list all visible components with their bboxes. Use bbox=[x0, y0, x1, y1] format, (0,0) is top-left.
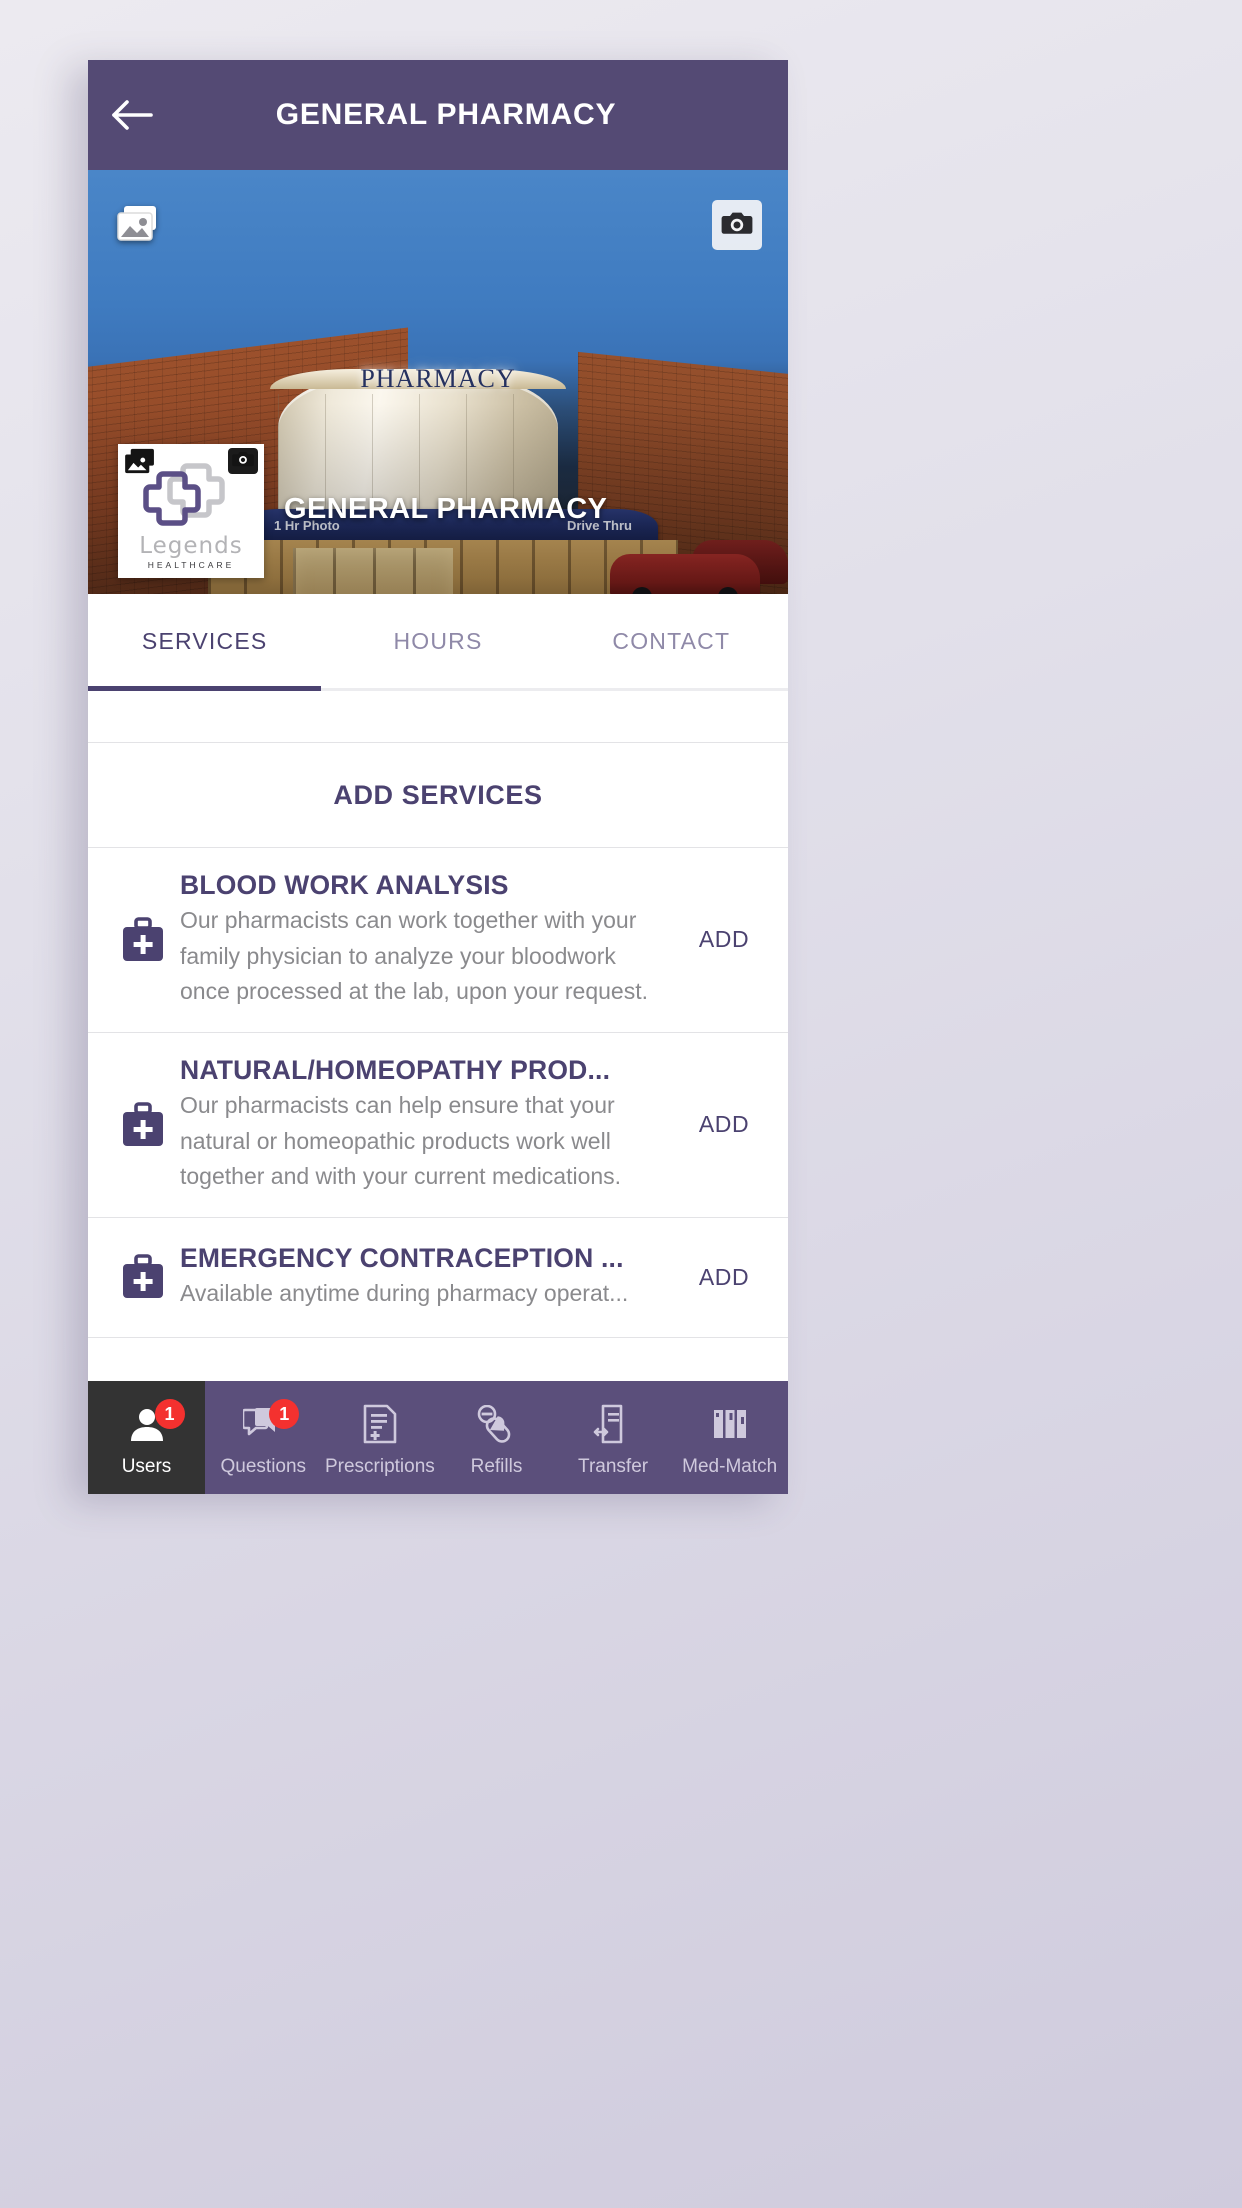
page-title: GENERAL PHARMACY bbox=[275, 98, 617, 131]
arrow-left-icon bbox=[109, 98, 153, 132]
add-services-button[interactable]: ADD SERVICES bbox=[88, 743, 788, 848]
store-photo-banner[interactable]: PHARMACY 1 Hr Photo Drive Thru bbox=[88, 170, 788, 594]
tab-bar: SERVICES HOURS CONTACT bbox=[88, 594, 788, 691]
tab-services[interactable]: SERVICES bbox=[88, 594, 321, 688]
service-text-block: BLOOD WORK ANALYSIS Our pharmacists can … bbox=[180, 870, 676, 1010]
pills-icon bbox=[476, 1404, 516, 1448]
nav-item-transfer[interactable]: Transfer bbox=[555, 1381, 672, 1494]
bottom-navigation: 1 Users 1 Questions Prescriptions Refill… bbox=[88, 1381, 788, 1494]
active-tab-indicator bbox=[88, 686, 322, 691]
nav-label-refills: Refills bbox=[470, 1456, 523, 1477]
medical-bag-icon bbox=[106, 1254, 180, 1300]
nav-item-users[interactable]: 1 Users bbox=[88, 1381, 205, 1494]
document-transfer-icon bbox=[593, 1404, 633, 1449]
add-service-button[interactable]: ADD bbox=[676, 1264, 772, 1291]
gallery-icon bbox=[116, 206, 162, 248]
nav-label-prescriptions: Prescriptions bbox=[324, 1456, 435, 1477]
nav-label-med-match: Med-Match bbox=[682, 1456, 778, 1477]
camera-icon bbox=[232, 450, 254, 473]
banner-camera-button[interactable] bbox=[712, 200, 762, 250]
nav-item-prescriptions[interactable]: Prescriptions bbox=[322, 1381, 439, 1494]
service-row[interactable]: BLOOD WORK ANALYSIS Our pharmacists can … bbox=[88, 848, 788, 1033]
service-row[interactable]: NATURAL/HOMEOPATHY PROD... Our pharmacis… bbox=[88, 1033, 788, 1218]
legends-cross-mark bbox=[143, 460, 239, 531]
nav-label-questions: Questions bbox=[220, 1456, 307, 1477]
tab-contact[interactable]: CONTACT bbox=[555, 594, 788, 688]
banner-gallery-button[interactable] bbox=[116, 204, 162, 249]
phone-screen: GENERAL PHARMACY PHARMACY 1 Hr Photo Dri… bbox=[88, 60, 788, 1494]
logo-wordmark: Legends bbox=[139, 533, 243, 559]
service-title: EMERGENCY CONTRACEPTION ... bbox=[180, 1243, 624, 1274]
questions-badge: 1 bbox=[269, 1399, 300, 1429]
users-badge: 1 bbox=[154, 1399, 185, 1429]
content-spacer bbox=[88, 691, 788, 743]
tab-hours-label: HOURS bbox=[393, 627, 483, 654]
logo-camera-button[interactable] bbox=[228, 448, 258, 474]
medical-bag-icon bbox=[106, 917, 180, 963]
nav-label-transfer: Transfer bbox=[578, 1456, 649, 1477]
tab-hours[interactable]: HOURS bbox=[321, 594, 554, 688]
service-text-block: EMERGENCY CONTRACEPTION ... Available an… bbox=[180, 1243, 676, 1312]
logo-gallery-button[interactable] bbox=[124, 448, 156, 479]
medical-bag-icon bbox=[106, 1102, 180, 1148]
logo-subtitle: HEALTHCARE bbox=[147, 560, 235, 570]
service-text-block: NATURAL/HOMEOPATHY PROD... Our pharmacis… bbox=[180, 1055, 676, 1195]
add-services-label: ADD SERVICES bbox=[333, 779, 543, 810]
store-name-overlay: GENERAL PHARMACY bbox=[284, 493, 608, 525]
nav-label-users: Users bbox=[121, 1456, 172, 1477]
add-service-button[interactable]: ADD bbox=[676, 1111, 772, 1138]
nav-item-questions[interactable]: 1 Questions bbox=[205, 1381, 322, 1494]
pill-bottles-icon bbox=[712, 1406, 748, 1447]
service-description: Our pharmacists can work together with y… bbox=[180, 907, 648, 1005]
service-description: Available anytime during pharmacy operat… bbox=[180, 1280, 629, 1307]
document-plus-icon bbox=[363, 1404, 397, 1449]
tab-services-label: SERVICES bbox=[141, 627, 268, 654]
service-title: NATURAL/HOMEOPATHY PROD... bbox=[180, 1054, 611, 1085]
camera-icon bbox=[721, 210, 753, 241]
app-bar: GENERAL PHARMACY bbox=[88, 60, 788, 170]
add-service-button[interactable]: ADD bbox=[676, 926, 772, 953]
tab-contact-label: CONTACT bbox=[612, 627, 731, 654]
back-button[interactable] bbox=[88, 60, 174, 170]
nav-item-refills[interactable]: Refills bbox=[438, 1381, 555, 1494]
nav-item-med-match[interactable]: Med-Match bbox=[671, 1381, 788, 1494]
service-row[interactable]: EMERGENCY CONTRACEPTION ... Available an… bbox=[88, 1218, 788, 1338]
store-logo-card[interactable]: Legends HEALTHCARE bbox=[118, 444, 264, 578]
service-description: Our pharmacists can help ensure that you… bbox=[180, 1091, 622, 1190]
service-title: BLOOD WORK ANALYSIS bbox=[180, 870, 509, 900]
gallery-icon bbox=[124, 448, 156, 478]
services-list: BLOOD WORK ANALYSIS Our pharmacists can … bbox=[88, 848, 788, 1338]
